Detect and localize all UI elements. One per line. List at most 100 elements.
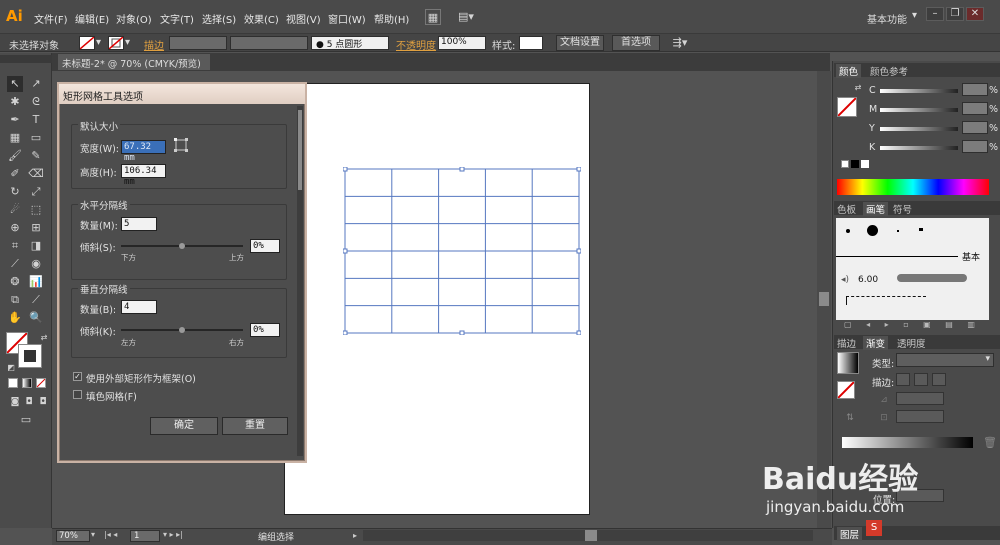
reset-button[interactable]: 重置 [222, 417, 288, 435]
opacity-field[interactable]: 100% [438, 36, 486, 50]
selection-handle[interactable] [343, 248, 348, 254]
channel-c-slider[interactable] [880, 89, 958, 93]
selection-handle[interactable] [459, 330, 465, 335]
color-mode-icon[interactable] [8, 378, 18, 388]
rectangular-grid[interactable] [343, 167, 581, 335]
workspace-chevron-icon[interactable]: ▾ [912, 10, 917, 21]
magic-wand-tool-icon[interactable]: ✱ [7, 94, 23, 110]
type-tool-icon[interactable]: T [28, 112, 44, 128]
gradient-fill-stroke-icon[interactable] [837, 381, 855, 399]
stroke-along-icon[interactable] [914, 373, 928, 386]
stroke-chevron-icon[interactable]: ▾ [125, 37, 130, 48]
stroke-weight-field[interactable] [169, 36, 227, 50]
charcoal-brush-stroke[interactable] [897, 274, 967, 282]
menu-file[interactable]: 文件(F) [34, 11, 68, 26]
delete-stop-icon[interactable]: 🗑 [982, 435, 998, 451]
zoom-field[interactable]: 70% [56, 530, 90, 542]
eyedropper-tool-icon[interactable]: ⟋ [7, 256, 23, 272]
tab-symbols[interactable]: 符号 [893, 202, 912, 216]
minimize-button[interactable]: – [926, 7, 944, 21]
ime-logo-icon[interactable]: S [866, 520, 882, 536]
align-menu-icon[interactable]: ⇶▾ [668, 35, 692, 51]
blob-brush-tool-icon[interactable]: ✐ [7, 166, 23, 182]
use-outer-rect-checkbox[interactable]: ✓ [73, 372, 82, 381]
tab-gradient[interactable]: 渐变 [863, 336, 889, 350]
selection-handle[interactable] [343, 330, 348, 335]
tab-swatches[interactable]: 色板 [837, 202, 856, 216]
blend-tool-icon[interactable]: ◉ [28, 256, 44, 272]
vertical-skew-field[interactable]: 0% [250, 323, 280, 337]
document-setup-button[interactable]: 文档设置 [556, 35, 604, 51]
selection-handle[interactable] [576, 330, 581, 335]
gradient-angle-field[interactable] [896, 392, 944, 405]
brush-dot-oval[interactable] [919, 228, 923, 231]
channel-c-field[interactable] [962, 83, 988, 96]
stroke-across-icon[interactable] [932, 373, 946, 386]
menu-type[interactable]: 文字(T) [160, 11, 194, 26]
menu-select[interactable]: 选择(S) [202, 11, 236, 26]
panel-fill-swatch[interactable] [837, 97, 857, 117]
height-field[interactable]: 106.34 mm [121, 164, 166, 187]
brush-select[interactable]: ● 5 点圆形 [311, 36, 389, 50]
tab-color-guide[interactable]: 颜色参考 [870, 64, 908, 78]
preferences-button[interactable]: 首选项 [612, 35, 660, 51]
channel-k-field[interactable] [962, 140, 988, 153]
width-field[interactable]: 67.32 mm [121, 140, 166, 163]
screen-mode-icon[interactable]: ▭ [16, 412, 36, 428]
menu-window[interactable]: 窗口(W) [328, 11, 366, 26]
ok-button[interactable]: 确定 [150, 417, 218, 435]
status-menu-icon[interactable]: ▸ [353, 531, 357, 540]
gradient-slider[interactable] [842, 437, 973, 448]
gradient-type-select[interactable]: ▾ [896, 353, 994, 367]
basic-brush-line[interactable] [836, 256, 958, 257]
restore-button[interactable]: ❐ [946, 7, 964, 21]
rectangular-grid-tool-icon[interactable]: ▦ [7, 130, 23, 146]
horizontal-skew-thumb[interactable] [179, 243, 185, 249]
black-swatch[interactable] [851, 160, 859, 168]
menu-help[interactable]: 帮助(H) [374, 11, 409, 26]
perspective-grid-tool-icon[interactable]: ⊞ [28, 220, 44, 236]
stroke-color-icon[interactable] [18, 344, 42, 368]
brush-dot-small[interactable] [846, 229, 850, 233]
color-spectrum[interactable] [837, 179, 989, 195]
graph-tool-icon[interactable]: 📊 [28, 274, 44, 290]
horizontal-skew-field[interactable]: 0% [250, 239, 280, 253]
aspect-ratio-field[interactable] [896, 410, 944, 423]
menu-edit[interactable]: 编辑(E) [75, 11, 109, 26]
tab-stroke[interactable]: 描边 [837, 336, 856, 350]
gradient-mode-icon[interactable] [22, 378, 32, 388]
menu-effect[interactable]: 效果(C) [244, 11, 279, 26]
gradient-preview[interactable] [837, 352, 859, 374]
paintbrush-tool-icon[interactable]: 🖌 [7, 148, 23, 164]
eraser-tool-icon[interactable]: ⌫ [28, 166, 44, 182]
pencil-tool-icon[interactable]: ✎ [28, 148, 44, 164]
channel-m-field[interactable] [962, 102, 988, 115]
draw-inside-icon[interactable]: ◘ [35, 394, 51, 410]
arrange-docs-icon[interactable]: ▤▾ [455, 9, 477, 25]
channel-m-slider[interactable] [880, 108, 958, 112]
first-artboard-icon[interactable]: |◂ ◂ [104, 530, 117, 539]
stroke-within-icon[interactable] [896, 373, 910, 386]
panel-swap-icon[interactable]: ⇄ [850, 80, 866, 96]
scale-tool-icon[interactable]: ⤢ [28, 184, 44, 200]
direct-selection-tool-icon[interactable]: ↗ [28, 76, 44, 92]
fill-swatch[interactable] [79, 36, 95, 50]
gradient-tool-icon[interactable]: ◨ [28, 238, 44, 254]
variable-width-select[interactable] [230, 36, 308, 50]
symbol-sprayer-tool-icon[interactable]: ❂ [7, 274, 23, 290]
brush-dot-tiny[interactable] [897, 230, 899, 232]
brush-panel-footer-icons[interactable]: ▢ ◂ ▸ ▫ ▣ ▤ ▥ [836, 320, 989, 332]
next-artboard-icon[interactable]: ▾ ▸ ▸| [163, 530, 183, 539]
menu-object[interactable]: 对象(O) [116, 11, 152, 26]
zoom-tool-icon[interactable]: 🔍 [28, 310, 44, 326]
menu-view[interactable]: 视图(V) [286, 11, 321, 26]
stroke-swatch[interactable] [108, 36, 124, 50]
selection-tool-icon[interactable]: ↖ [7, 76, 23, 92]
vertical-skew-thumb[interactable] [179, 327, 185, 333]
selection-handle[interactable] [343, 167, 348, 172]
opacity-label[interactable]: 不透明度 [396, 37, 436, 52]
default-colors-icon[interactable]: ◩ [3, 360, 19, 376]
selection-handle[interactable] [459, 167, 465, 172]
horizontal-count-field[interactable]: 5 [121, 217, 157, 231]
tab-color[interactable]: 颜色 [836, 64, 862, 78]
